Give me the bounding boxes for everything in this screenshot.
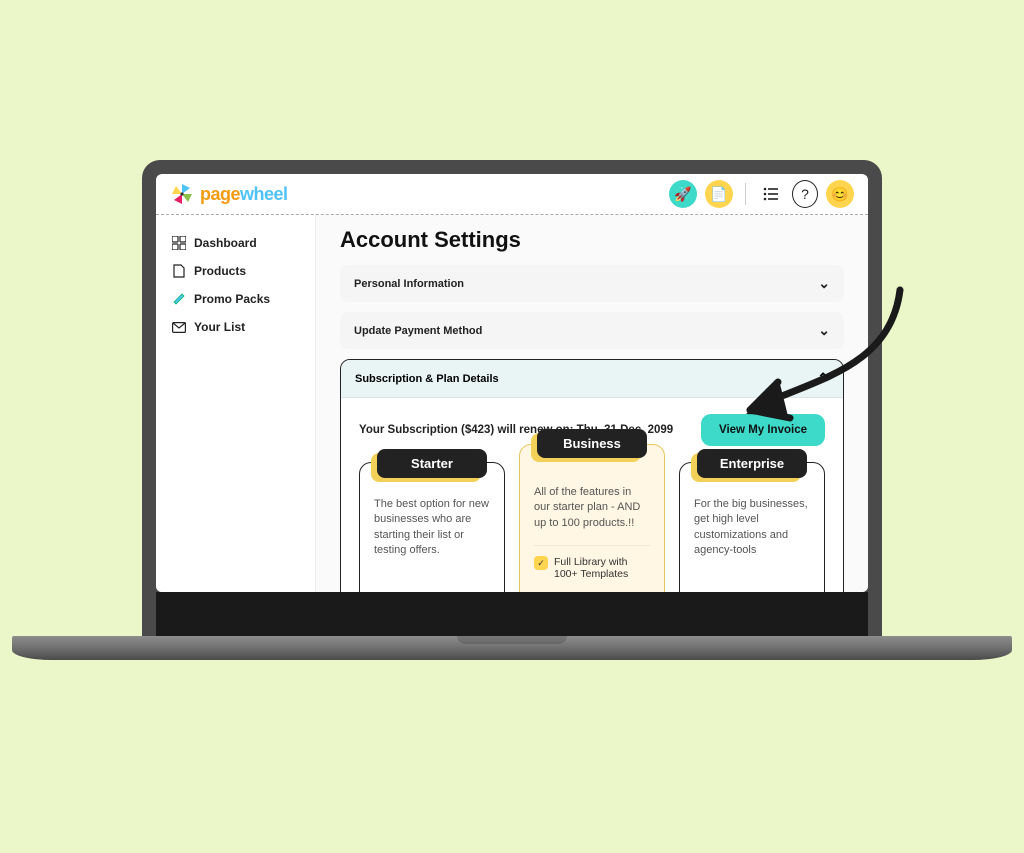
plan-feature: ✓ Full Library with 100+ Templates [534,545,650,580]
help-icon: ? [801,186,809,202]
plan-grid: Starter The best option for new business… [359,462,825,592]
brand-text-2: wheel [240,184,288,204]
keyboard-strip [156,592,868,636]
sidebar-item-dashboard[interactable]: Dashboard [162,229,309,257]
plan-starter[interactable]: Starter The best option for new business… [359,462,505,592]
grid-icon [172,236,186,250]
accordion-label: Update Payment Method [354,325,482,337]
accordion-payment-method[interactable]: Update Payment Method ⌄ [340,312,844,349]
plan-desc: For the big businesses, get high level c… [694,497,810,559]
list-button[interactable] [758,180,784,208]
accordion-label: Subscription & Plan Details [355,373,499,385]
plan-feature-text: Full Library with 100+ Templates [554,556,650,580]
list-icon [763,187,779,201]
sidebar-item-label: Products [194,264,246,278]
sidebar-item-label: Promo Packs [194,292,270,306]
sidebar-item-products[interactable]: Products [162,257,309,285]
check-icon: ✓ [534,556,548,570]
header-divider [745,183,746,205]
rocket-icon: 🚀 [674,186,691,203]
accordion-personal-info[interactable]: Personal Information ⌄ [340,265,844,302]
copy-icon: 📄 [710,186,727,203]
smile-icon: 😊 [831,186,848,203]
topbar: pagewheel 🚀 📄 [156,174,868,215]
laptop-mockup: pagewheel 🚀 📄 [142,160,882,660]
main-content: Account Settings Personal Information ⌄ … [316,215,868,592]
plan-enterprise[interactable]: Enterprise For the big businesses, get h… [679,462,825,592]
app-screen: pagewheel 🚀 📄 [156,174,868,592]
plan-desc: The best option for new businesses who a… [374,497,490,559]
accordion-label: Personal Information [354,278,464,290]
chevron-up-icon: ⌃ [817,370,829,387]
mail-icon [172,320,186,334]
help-button[interactable]: ? [792,180,818,208]
subscription-panel: Subscription & Plan Details ⌃ Your Subsc… [340,359,844,592]
page-title: Account Settings [340,227,844,253]
plan-badge: Starter [377,449,487,478]
smile-button[interactable]: 😊 [826,180,854,208]
sidebar-item-promo-packs[interactable]: Promo Packs [162,285,309,313]
plan-desc: All of the features in our starter plan … [534,485,650,531]
screen-frame: pagewheel 🚀 📄 [142,160,882,636]
subscription-body: Your Subscription ($423) will renew on: … [341,398,843,592]
file-icon [172,264,186,278]
brand-logo[interactable]: pagewheel [170,182,288,206]
plan-badge: Enterprise [697,449,807,478]
chevron-down-icon: ⌄ [818,275,830,292]
laptop-base-edge [12,650,1012,660]
plan-badge: Business [537,429,647,458]
view-invoice-button[interactable]: View My Invoice [701,414,825,446]
sidebar-item-label: Dashboard [194,236,257,250]
sidebar: Dashboard Products Promo Packs [156,215,316,592]
brand-text-1: page [200,184,240,204]
rocket-button[interactable]: 🚀 [669,180,697,208]
laptop-base [12,636,1012,650]
pinwheel-icon [170,182,194,206]
accordion-subscription[interactable]: Subscription & Plan Details ⌃ [341,360,843,398]
copy-button[interactable]: 📄 [705,180,733,208]
sidebar-item-your-list[interactable]: Your List [162,313,309,341]
sidebar-item-label: Your List [194,320,245,334]
chevron-down-icon: ⌄ [818,322,830,339]
plan-business[interactable]: Business All of the features in our star… [519,444,665,592]
promo-icon [172,292,186,306]
